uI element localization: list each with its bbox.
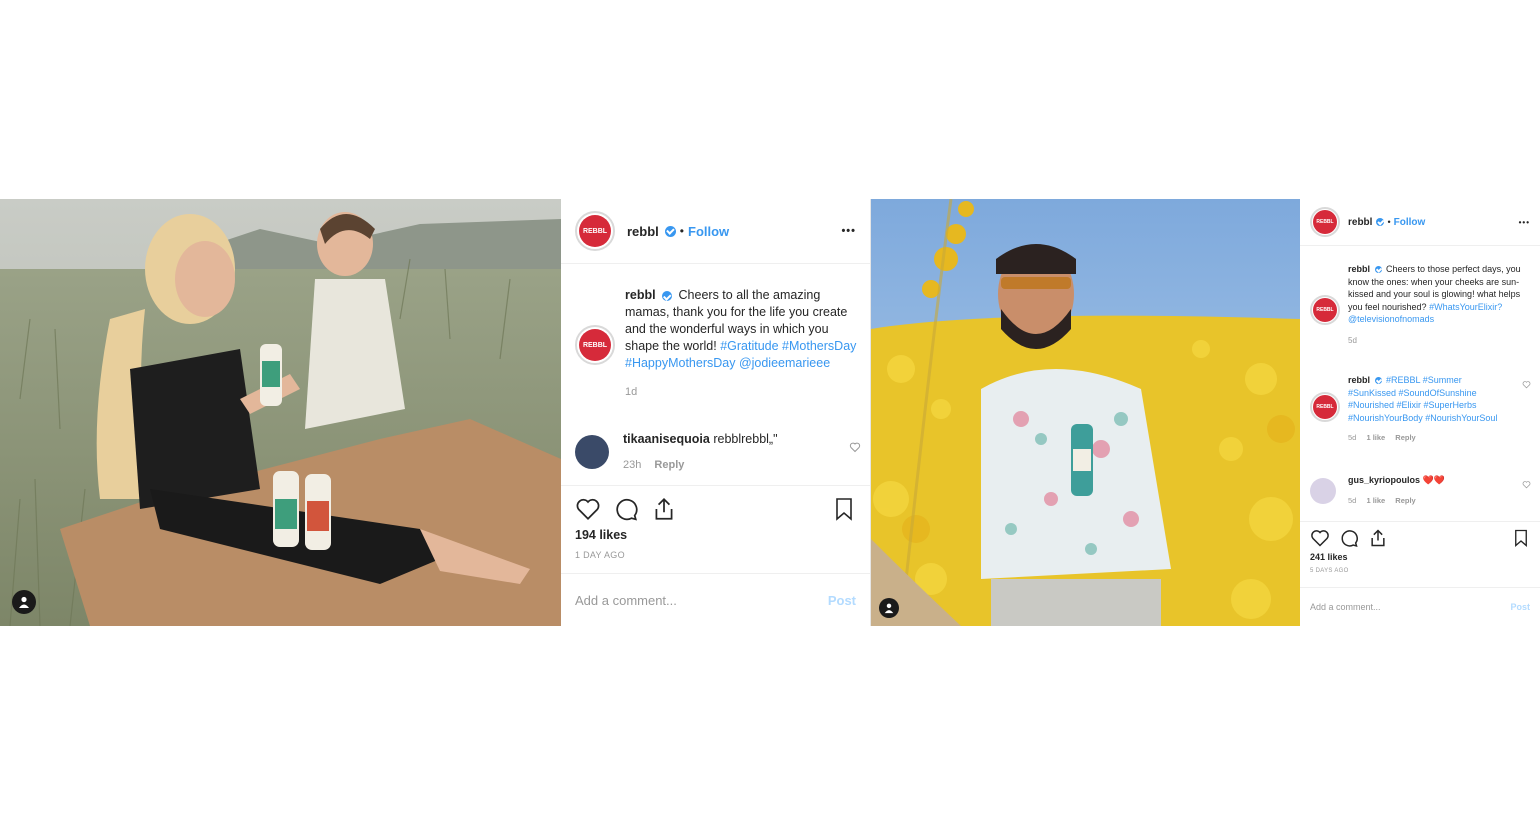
comment-row: REBBL rebbl #REBBL #Summer #SunKissed #S… <box>1310 374 1532 445</box>
photo-flower-field-scene <box>871 199 1300 626</box>
post-photo-man-flower-field[interactable] <box>871 199 1300 626</box>
verified-badge-icon <box>1374 266 1382 274</box>
likes-count[interactable]: 194 likes <box>575 528 627 542</box>
post-comment-button[interactable]: Post <box>1510 602 1530 612</box>
instagram-post-1: REBBL rebbl • Follow ••• REBBL rebbl Che… <box>0 199 871 626</box>
comment-time: 23h <box>623 459 642 471</box>
reply-button[interactable]: Reply <box>1395 433 1415 442</box>
avatar[interactable]: REBBL <box>575 211 615 251</box>
rebbl-logo: REBBL <box>579 329 611 361</box>
caption-time: 1d <box>625 386 638 398</box>
commenter-avatar[interactable] <box>1310 478 1336 504</box>
comment-likes[interactable]: 1 like <box>1366 433 1385 442</box>
add-comment-bar: Add a comment... Post <box>561 573 870 626</box>
comment-username[interactable]: tikaanisequoia <box>623 432 710 446</box>
avatar[interactable]: REBBL <box>575 325 615 365</box>
add-comment-input[interactable]: Add a comment... <box>575 593 677 608</box>
reply-button[interactable]: Reply <box>1395 496 1415 505</box>
avatar[interactable]: REBBL <box>1310 295 1340 325</box>
comment-username[interactable]: gus_kyriopoulos <box>1348 475 1420 485</box>
rebbl-logo: REBBL <box>1313 395 1337 419</box>
comment-row: gus_kyriopoulos ❤️❤️ 5d 1 like Reply <box>1310 474 1532 507</box>
post-header: REBBL rebbl • Follow ••• <box>561 199 870 264</box>
like-comment-heart-icon[interactable] <box>849 441 861 453</box>
like-heart-icon[interactable] <box>1310 528 1330 548</box>
share-icon[interactable] <box>651 496 677 522</box>
bookmark-icon[interactable] <box>1512 528 1530 548</box>
bookmark-icon[interactable] <box>832 496 856 522</box>
post-photo-mother-child[interactable] <box>0 199 561 626</box>
action-bar: 194 likes 1 DAY AGO <box>561 485 870 560</box>
like-comment-heart-icon[interactable] <box>1522 380 1531 389</box>
separator-dot: • <box>1387 217 1391 227</box>
comment-hashtags[interactable]: #REBBL #Summer #SunKissed #SoundOfSunshi… <box>1348 375 1497 423</box>
post-date: 5 DAYS AGO <box>1310 568 1349 574</box>
post-side-panel: REBBL rebbl • Follow ••• REBBL rebbl Che… <box>561 199 871 626</box>
caption-username[interactable]: rebbl <box>625 288 656 302</box>
photo-picnic-scene <box>0 199 561 626</box>
comment-time: 5d <box>1348 433 1357 443</box>
post-comment-button[interactable]: Post <box>828 593 856 608</box>
rebbl-logo: REBBL <box>1313 298 1337 322</box>
post-header: REBBL rebbl • Follow ••• <box>1300 199 1540 246</box>
comment-username[interactable]: rebbl <box>1348 375 1370 385</box>
like-heart-icon[interactable] <box>575 496 601 522</box>
caption-time: 5d <box>1348 335 1357 345</box>
comment-bubble-icon[interactable] <box>613 496 639 522</box>
rebbl-logo: REBBL <box>1313 210 1337 234</box>
comment-row: tikaanisequoia rebblrebbl„" 23h Reply <box>575 431 865 473</box>
commenter-avatar[interactable] <box>575 435 609 469</box>
verified-badge-icon <box>662 290 673 301</box>
caption-username[interactable]: rebbl <box>1348 264 1370 274</box>
share-icon[interactable] <box>1368 528 1388 548</box>
comment-text: ❤️❤️ <box>1422 475 1445 485</box>
comment-bubble-icon[interactable] <box>1339 528 1359 548</box>
add-comment-bar: Add a comment... Post <box>1300 587 1540 626</box>
follow-button[interactable]: Follow <box>1394 217 1426 228</box>
like-comment-heart-icon[interactable] <box>1522 480 1531 489</box>
post-side-panel: REBBL rebbl • Follow ••• REBBL rebbl Che… <box>1300 199 1540 626</box>
comment-likes[interactable]: 1 like <box>1366 496 1385 505</box>
add-comment-input[interactable]: Add a comment... <box>1310 602 1381 612</box>
post-date: 1 DAY AGO <box>575 550 625 560</box>
action-bar: 241 likes 5 DAYS AGO <box>1300 521 1540 574</box>
rebbl-logo: REBBL <box>579 215 611 247</box>
comment-text: rebblrebbl„" <box>713 432 778 446</box>
caption-block: REBBL rebbl Cheers to all the amazing ma… <box>575 287 860 401</box>
follow-button[interactable]: Follow <box>688 224 729 239</box>
caption-block: REBBL rebbl Cheers to those perfect days… <box>1310 263 1532 348</box>
user-tag-icon[interactable] <box>12 590 36 614</box>
account-name[interactable]: rebbl <box>1348 217 1372 228</box>
user-tag-icon[interactable] <box>879 598 899 618</box>
account-name[interactable]: rebbl <box>627 224 659 239</box>
verified-badge-icon <box>1374 377 1382 385</box>
instagram-post-2: REBBL rebbl • Follow ••• REBBL rebbl Che… <box>871 199 1540 626</box>
avatar[interactable]: REBBL <box>1310 392 1340 422</box>
more-options-icon[interactable]: ••• <box>841 225 856 237</box>
verified-badge-icon <box>664 225 676 237</box>
reply-button[interactable]: Reply <box>654 459 684 471</box>
more-options-icon[interactable]: ••• <box>1519 218 1530 227</box>
likes-count[interactable]: 241 likes <box>1310 552 1348 562</box>
avatar[interactable]: REBBL <box>1310 207 1340 237</box>
verified-badge-icon <box>1376 218 1385 226</box>
separator-dot: • <box>679 224 684 238</box>
comment-time: 5d <box>1348 495 1357 505</box>
